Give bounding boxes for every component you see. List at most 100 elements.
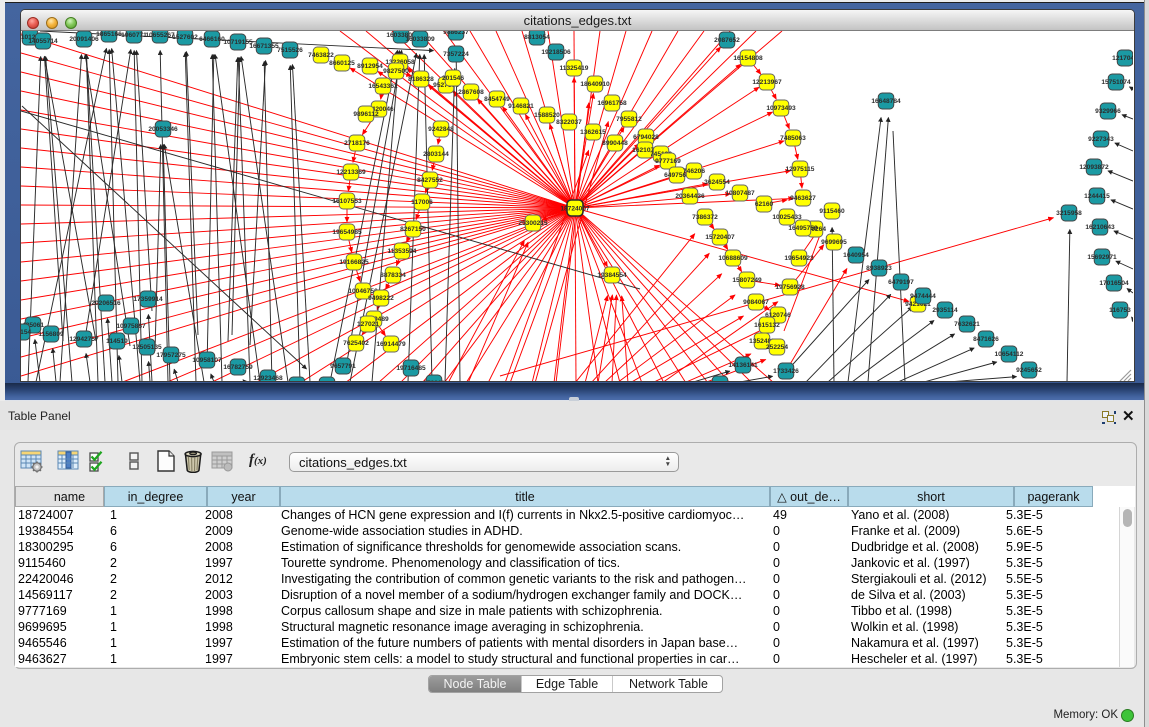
svg-text:1865166: 1865166 <box>96 31 122 38</box>
svg-text:8427552: 8427552 <box>417 177 443 184</box>
svg-text:9896112: 9896112 <box>353 111 379 118</box>
svg-text:9474444: 9474444 <box>910 293 936 300</box>
svg-text:672011: 672011 <box>423 380 445 381</box>
svg-text:16033809: 16033809 <box>405 36 435 43</box>
svg-text:10807487: 10807487 <box>725 190 755 197</box>
svg-text:16782759: 16782759 <box>223 364 253 371</box>
svg-text:16495759: 16495759 <box>788 225 818 232</box>
svg-text:8660125: 8660125 <box>329 60 355 67</box>
svg-text:10958107: 10958107 <box>192 357 222 364</box>
svg-text:1244415: 1244415 <box>1084 193 1110 200</box>
svg-text:7625402: 7625402 <box>343 340 369 347</box>
svg-text:17016504: 17016504 <box>1099 280 1129 287</box>
svg-text:18724007: 18724007 <box>560 206 590 213</box>
svg-text:10655267: 10655267 <box>145 32 175 39</box>
svg-text:10973493: 10973493 <box>766 105 796 112</box>
svg-text:15751074: 15751074 <box>1101 79 1131 86</box>
svg-text:12505135: 12505135 <box>132 344 162 351</box>
svg-text:8990448: 8990448 <box>602 140 628 147</box>
svg-text:25300215: 25300215 <box>518 220 548 227</box>
svg-text:2718176: 2718176 <box>344 140 370 147</box>
svg-text:12213967: 12213967 <box>752 79 782 86</box>
svg-text:2935114: 2935114 <box>932 307 958 314</box>
svg-text:11325419: 11325419 <box>560 65 589 72</box>
svg-text:9777169: 9777169 <box>655 158 681 165</box>
svg-text:20053346: 20053346 <box>148 126 178 133</box>
svg-text:1733426: 1733426 <box>773 368 799 375</box>
svg-text:10654112: 10654112 <box>995 351 1024 358</box>
svg-text:7386372: 7386372 <box>692 214 718 221</box>
svg-text:9699695: 9699695 <box>821 239 847 246</box>
svg-text:116753: 116753 <box>1109 307 1131 314</box>
svg-text:9227343: 9227343 <box>1088 136 1114 143</box>
svg-text:1615132: 1615132 <box>754 322 780 329</box>
svg-text:14055714: 14055714 <box>28 38 58 45</box>
svg-text:6466160: 6466160 <box>199 36 225 43</box>
svg-text:10688609: 10688609 <box>718 255 748 262</box>
svg-text:20206516: 20206516 <box>91 300 121 307</box>
svg-text:1588520: 1588520 <box>534 112 560 119</box>
svg-text:7955812: 7955812 <box>616 116 642 123</box>
svg-text:7515526: 7515526 <box>277 47 303 54</box>
svg-text:19654985: 19654985 <box>332 229 362 236</box>
svg-text:252254: 252254 <box>766 344 788 351</box>
svg-text:9242848: 9242848 <box>428 126 454 133</box>
svg-text:8186328: 8186328 <box>408 76 434 83</box>
svg-text:16671355: 16671355 <box>249 43 279 50</box>
svg-text:20091406: 20091406 <box>69 36 99 43</box>
svg-text:15692971: 15692971 <box>1087 254 1117 261</box>
svg-text:19756928: 19756928 <box>775 284 805 291</box>
svg-text:16543362: 16543362 <box>368 83 398 90</box>
svg-text:12942757: 12942757 <box>69 336 99 343</box>
svg-text:11353594: 11353594 <box>388 248 417 255</box>
svg-text:9886237: 9886237 <box>443 31 469 36</box>
svg-text:9115460: 9115460 <box>819 208 845 215</box>
svg-text:20364436: 20364436 <box>675 193 705 200</box>
svg-text:3215958: 3215958 <box>1056 210 1082 217</box>
svg-text:8454749: 8454749 <box>484 96 510 103</box>
svg-text:6794028: 6794028 <box>633 134 659 141</box>
svg-text:8938923: 8938923 <box>866 265 892 272</box>
svg-text:15720407: 15720407 <box>705 234 735 241</box>
svg-text:7357224: 7357224 <box>443 51 469 58</box>
svg-text:8878334: 8878334 <box>380 272 406 279</box>
svg-text:12975115: 12975115 <box>786 166 815 173</box>
svg-text:39154: 39154 <box>21 329 31 336</box>
svg-text:201546: 201546 <box>442 75 464 82</box>
svg-text:7632621: 7632621 <box>954 321 980 328</box>
svg-text:9463627: 9463627 <box>790 195 816 202</box>
svg-text:19716485: 19716485 <box>396 365 426 372</box>
svg-text:1362615: 1362615 <box>580 129 606 136</box>
svg-text:16210643: 16210643 <box>1085 224 1115 231</box>
svg-text:8813054: 8813054 <box>524 34 550 41</box>
svg-text:17957275: 17957275 <box>156 352 186 359</box>
svg-text:12923468: 12923468 <box>253 375 283 381</box>
svg-text:19218506: 19218506 <box>541 49 571 56</box>
svg-text:1527602: 1527602 <box>172 34 198 41</box>
svg-text:127021: 127021 <box>357 321 379 328</box>
svg-text:9657791: 9657791 <box>330 363 356 370</box>
svg-text:746206: 746206 <box>683 168 705 175</box>
svg-text:19384554: 19384554 <box>597 272 627 279</box>
svg-text:9245652: 9245652 <box>1016 367 1042 374</box>
svg-text:9146821: 9146821 <box>508 103 534 110</box>
svg-text:16648784: 16648784 <box>871 98 901 105</box>
svg-text:9084067: 9084067 <box>743 299 769 306</box>
svg-text:1217045: 1217045 <box>1112 55 1133 62</box>
svg-text:1640954: 1640954 <box>843 252 869 259</box>
svg-text:14136141: 14136141 <box>728 362 758 369</box>
svg-text:8322037: 8322037 <box>556 119 582 126</box>
svg-text:8471626: 8471626 <box>973 336 999 343</box>
svg-text:9498222: 9498222 <box>368 295 394 302</box>
svg-text:62160: 62160 <box>755 201 774 208</box>
svg-text:7485063: 7485063 <box>780 135 806 142</box>
svg-text:18640910: 18640910 <box>580 81 610 88</box>
svg-text:8912954: 8912954 <box>357 63 383 70</box>
svg-text:1156809: 1156809 <box>38 331 64 338</box>
svg-text:9827500: 9827500 <box>383 68 409 75</box>
svg-text:6479197: 6479197 <box>888 279 914 286</box>
svg-text:114519: 114519 <box>106 338 128 345</box>
svg-text:15807249: 15807249 <box>732 277 762 284</box>
svg-text:3624554: 3624554 <box>704 179 730 186</box>
svg-text:117006: 117006 <box>411 199 433 206</box>
